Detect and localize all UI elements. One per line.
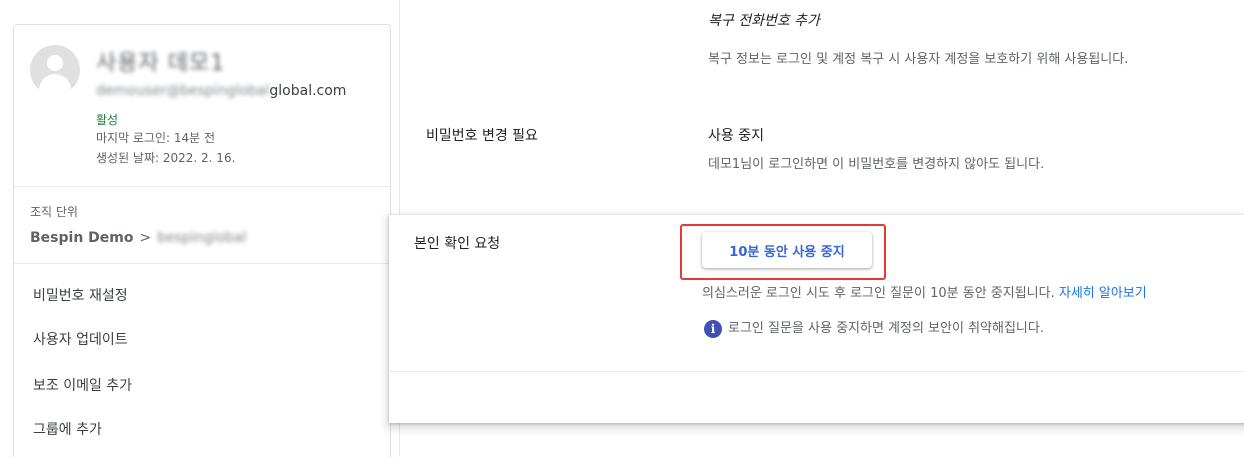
user-email-suffix: global.com bbox=[269, 83, 347, 99]
org-unit-separator: > bbox=[139, 230, 152, 246]
divider bbox=[14, 263, 390, 264]
add-secondary-email-action[interactable]: 보조 이메일 추가 bbox=[33, 375, 132, 395]
verification-description-text: 의심스러운 로그인 시도 후 로그인 질문이 10분 동안 중지됩니다. bbox=[702, 286, 1055, 301]
security-warning: i 로그인 질문을 사용 중지하면 계정의 보안이 취약해집니다. bbox=[704, 317, 1044, 338]
avatar bbox=[30, 45, 80, 95]
add-recovery-phone-link[interactable]: 복구 전화번호 추가 bbox=[708, 10, 820, 30]
reset-password-action[interactable]: 비밀번호 재설정 bbox=[33, 285, 128, 305]
user-card: 사용자 데모1 demouser@bespinglobalglobal.com … bbox=[13, 24, 391, 457]
user-email: demouser@bespinglobalglobal.com bbox=[96, 83, 346, 99]
info-icon: i bbox=[704, 319, 722, 338]
avatar-head bbox=[47, 55, 63, 71]
last-login: 마지막 로그인: 14분 전 bbox=[96, 131, 216, 145]
password-change-label: 비밀번호 변경 필요 bbox=[426, 128, 538, 144]
org-unit-root: Bespin Demo bbox=[30, 230, 134, 246]
divider bbox=[14, 186, 390, 187]
org-unit-label: 조직 단위 bbox=[30, 205, 78, 219]
learn-more-link[interactable]: 자세히 알아보기 bbox=[1059, 286, 1147, 301]
add-to-group-action[interactable]: 그룹에 추가 bbox=[33, 419, 102, 439]
security-warning-text: 로그인 질문을 사용 중지하면 계정의 보안이 취약해집니다. bbox=[728, 321, 1044, 336]
org-unit-path: Bespin Demo > bespinglobal bbox=[30, 230, 246, 246]
user-email-masked: demouser@bespinglobal bbox=[96, 83, 270, 99]
avatar-body bbox=[39, 74, 71, 95]
identity-verification-label: 본인 확인 요청 bbox=[414, 236, 501, 252]
user-name: 사용자 데모1 bbox=[96, 51, 226, 76]
recovery-description: 복구 정보는 로그인 및 계정 복구 시 사용자 계정을 보호하기 위해 사용됩… bbox=[708, 52, 1129, 67]
status-badge: 활성 bbox=[96, 113, 119, 127]
identity-verification-panel: 본인 확인 요청 10분 동안 사용 중지 의심스러운 로그인 시도 후 로그인… bbox=[389, 215, 1244, 423]
created-date: 생성된 날짜: 2022. 2. 16. bbox=[96, 151, 236, 165]
password-change-description: 데모1님이 로그인하면 이 비밀번호를 변경하지 않아도 됩니다. bbox=[708, 157, 1045, 172]
password-change-value: 사용 중지 bbox=[708, 128, 764, 144]
org-unit-child: bespinglobal bbox=[157, 230, 247, 246]
identity-verification-description: 의심스러운 로그인 시도 후 로그인 질문이 10분 동안 중지됩니다. 자세히… bbox=[702, 282, 1147, 301]
panel-divider bbox=[389, 371, 1244, 372]
disable-10min-button[interactable]: 10분 동안 사용 중지 bbox=[702, 232, 872, 268]
update-user-action[interactable]: 사용자 업데이트 bbox=[33, 329, 128, 349]
